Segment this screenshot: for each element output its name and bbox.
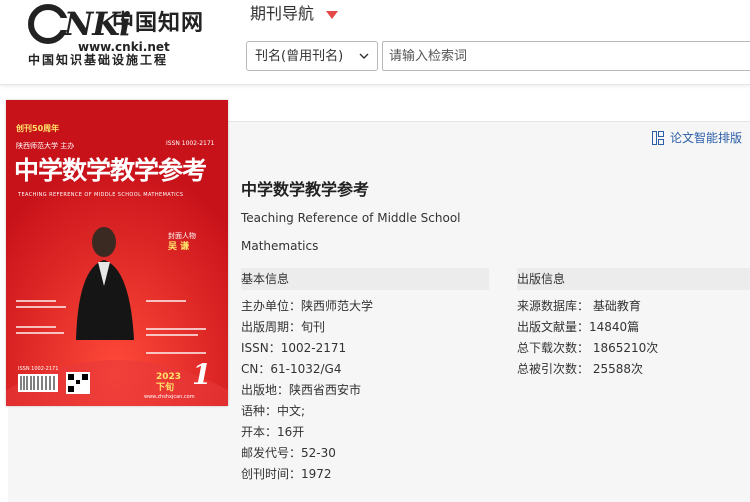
publication-info-heading: 出版信息 [517,268,750,290]
pub-citations: 总被引次数： 25588次 [517,362,643,376]
publication-info-list: 来源数据库： 基础教育 出版文献量：14840篇 总下载次数： 1865210次… [517,298,658,382]
journal-title-en-line2: Mathematics [241,239,319,253]
cnki-logo[interactable]: NKi 中国知网 www.cnki.net 中国知识基础设施工程 [28,4,208,68]
search-input[interactable] [382,41,750,71]
search-field-select-value: 刊名(曾用刊名) [255,49,344,64]
cover-anniversary-badge: 创刊50周年 [16,124,60,133]
site-header: NKi 中国知网 www.cnki.net 中国知识基础设施工程 期刊导航 刊名… [0,0,750,85]
cover-publisher-small: 陕西师范大学 主办 [16,142,75,150]
basic-info-heading-text: 基本信息 [241,272,290,286]
basic-info-heading: 基本信息 [241,268,489,290]
search-field-select[interactable]: 刊名(曾用刊名) [246,41,378,71]
info-place: 出版地：陕西省西安市 [241,383,362,397]
pub-article-count: 出版文献量：14840篇 [517,320,640,334]
cover-issn-top: ISSN 1002-2171 [166,140,215,147]
info-sponsor: 主办单位：陕西师范大学 [241,299,374,313]
select-arrow-icon [359,53,369,59]
logo-chinese-name: 中国知网 [112,10,205,36]
cover-title-en: TEACHING REFERENCE OF MIDDLE SCHOOL MATH… [18,192,184,198]
publication-info-heading-text: 出版信息 [517,272,566,286]
basic-info-list: 主办单位：陕西师范大学 出版周期：旬刊 ISSN：1002-2171 CN：61… [241,298,373,487]
info-cn: CN：61-1032/G4 [241,362,342,376]
info-frequency: 出版周期：旬刊 [241,320,326,334]
cover-person-name: 吴 谦 [168,242,190,252]
journal-title-cn: 中学数学教学参考 [241,180,370,199]
info-issn: ISSN：1002-2171 [241,341,347,355]
info-format: 开本：16开 [241,425,305,439]
cover-person-caption: 封面人物 [168,232,196,240]
pub-downloads: 总下载次数： 1865210次 [517,341,659,355]
cover-year-issue: 2023 下旬 [156,372,182,393]
logo-subtitle: 中国知识基础设施工程 [28,53,169,67]
cnki-logo-icon [28,4,68,44]
info-language: 语种：中文; [241,404,306,418]
cover-website: www.zhshxjcan.com [144,394,195,400]
ai-layout-label: 论文智能排版 [670,131,743,145]
cover-issue-number: 1 [192,358,212,391]
cover-title-cn: 中学数学教学参考 [14,156,207,185]
info-postal-code: 邮发代号：52-30 [241,446,336,460]
journal-title-en-line1: Teaching Reference of Middle School [241,211,461,225]
cover-issn-small: ISSN 1002-2171 [18,366,59,372]
dropdown-caret-icon[interactable] [326,11,338,19]
journal-cover-image: 创刊50周年 陕西师范大学 主办 ISSN 1002-2171 中学数学教学参考… [6,100,228,406]
pub-source-db: 来源数据库： 基础教育 [517,299,641,313]
journal-nav-title[interactable]: 期刊导航 [250,4,314,24]
info-founded: 创刊时间：1972 [241,467,332,481]
layout-icon [652,131,664,145]
